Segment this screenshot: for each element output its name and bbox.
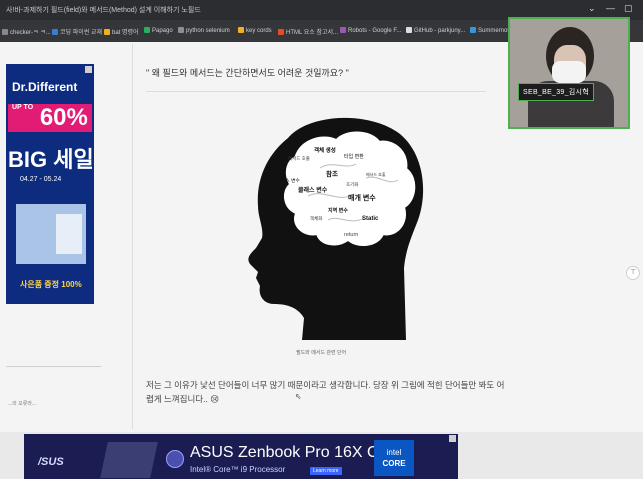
- tab-title[interactable]: 사!바-과제하기 필드(field)와 메서드(Method) 설계 이해하기 …: [6, 5, 201, 15]
- bookmark-item[interactable]: GitHub - parkjuny...: [406, 27, 465, 34]
- brain-word: 메서드 호출: [288, 155, 310, 162]
- intel-brand: intel: [386, 448, 402, 457]
- brain-word: 타입 변환: [344, 153, 364, 160]
- quote-divider: [146, 91, 486, 92]
- ad-product-image: [56, 214, 82, 254]
- sidebar-divider: [132, 44, 133, 429]
- paragraph-text: 저는 그 이유가 낯선 단어들이 너무 많기 때문이라고 생각합니다. 당장 위…: [146, 380, 505, 404]
- left-snippet: ...의 오류라...: [8, 401, 37, 407]
- bookmark-item[interactable]: bat 명령어: [104, 27, 139, 36]
- bookmark-item[interactable]: Summernote: [470, 27, 512, 34]
- bookmark-icon: [278, 29, 284, 35]
- bookmark-icon: [104, 29, 110, 35]
- brain-word: Static: [362, 216, 379, 222]
- scroll-to-top-button[interactable]: ⊤: [626, 266, 640, 280]
- bookmark-item[interactable]: Papago: [144, 27, 173, 34]
- brain-word: 매개 변수: [348, 193, 376, 202]
- ad-discount: UP TO 60%: [8, 104, 92, 132]
- ad-dates: 04.27 - 05.24: [20, 176, 62, 183]
- ad-discount-prefix: UP TO: [12, 104, 34, 111]
- brain-word: 메서드 호출: [366, 171, 386, 177]
- bookmark-icon: [178, 27, 184, 33]
- bookmark-icon: [406, 27, 412, 33]
- bookmark-icon: [470, 27, 476, 33]
- ad-discount-value: 60%: [39, 104, 88, 131]
- ad-close-icon[interactable]: [449, 435, 456, 442]
- bookmark-item[interactable]: 코딩 파이썬 교재: [52, 27, 102, 36]
- bookmark-item[interactable]: checker-ㅋ ㅋ...: [2, 27, 51, 36]
- intel-badge: intel CORE: [374, 440, 414, 476]
- oled-logo-icon: [166, 450, 184, 468]
- brain-word: 객체 생성: [314, 146, 336, 154]
- minimize-icon[interactable]: —: [606, 3, 615, 13]
- left-divider: [6, 366, 101, 367]
- brain-word: 지역 변수: [328, 207, 348, 214]
- bookmark-item[interactable]: key cords: [238, 27, 272, 34]
- bookmark-item[interactable]: Robots - Google F...: [340, 27, 401, 34]
- brain-word: 클래스 변수: [298, 186, 328, 194]
- bookmark-item[interactable]: python selenium: [178, 27, 230, 34]
- ad-sale-text: BIG 세일: [8, 147, 94, 172]
- laptop-image: [100, 442, 158, 478]
- brain-word: 참조: [326, 169, 338, 178]
- article-paragraph: 저는 그 이유가 낯선 단어들이 너무 많기 때문이라고 생각합니다. 당장 위…: [146, 378, 506, 406]
- bookmark-icon: [238, 27, 244, 33]
- bookmark-icon: [2, 29, 8, 35]
- learn-more-button[interactable]: Learn more: [310, 467, 342, 475]
- webcam-overlay: SEB_BE_39_김시혁: [508, 17, 630, 129]
- tab-list-icon[interactable]: ⌄: [588, 3, 596, 14]
- ad-brand: Dr.Different: [12, 80, 78, 94]
- article-quote: " 왜 필드와 메서드는 간단하면서도 어려운 것일까요? ": [146, 68, 349, 78]
- bookmark-icon: [144, 27, 150, 33]
- bookmark-icon: [340, 27, 346, 33]
- figure-caption: 필드와 메서드 관련 단어: [296, 350, 347, 356]
- active-speaker-frame: [508, 17, 630, 129]
- bookmark-icon: [52, 29, 58, 35]
- maximize-icon[interactable]: ▢: [624, 3, 633, 14]
- bookmark-item[interactable]: HTML 요소 참고서...: [278, 27, 338, 36]
- mouse-cursor-icon: ⇖: [295, 392, 302, 401]
- brain-word: 객체화: [310, 215, 322, 222]
- brain-word: 인스턴스 변수: [272, 177, 300, 184]
- ad-gift-text: 사은품 증정 100%: [20, 280, 82, 289]
- ad-close-icon[interactable]: [85, 66, 92, 73]
- ad-subline: Intel® Core™ i9 Processor: [190, 465, 286, 474]
- asus-logo: /SUS: [38, 456, 64, 468]
- crying-emoji-icon: 😢: [210, 394, 220, 404]
- intel-line: CORE: [382, 459, 406, 468]
- brain-word: 초기화: [346, 181, 358, 188]
- bottom-banner-ad[interactable]: /SUS ASUS Zenbook Pro 16X OLED Intel® Co…: [24, 434, 458, 479]
- brain-illustration: 객체 생성 메서드 호출 타입 변환 인스턴스 변수 참조 클래스 변수 초기화…: [248, 117, 424, 340]
- left-banner-ad[interactable]: Dr.Different UP TO 60% BIG 세일 04.27 - 05…: [6, 64, 94, 304]
- brain-word: return: [344, 232, 358, 238]
